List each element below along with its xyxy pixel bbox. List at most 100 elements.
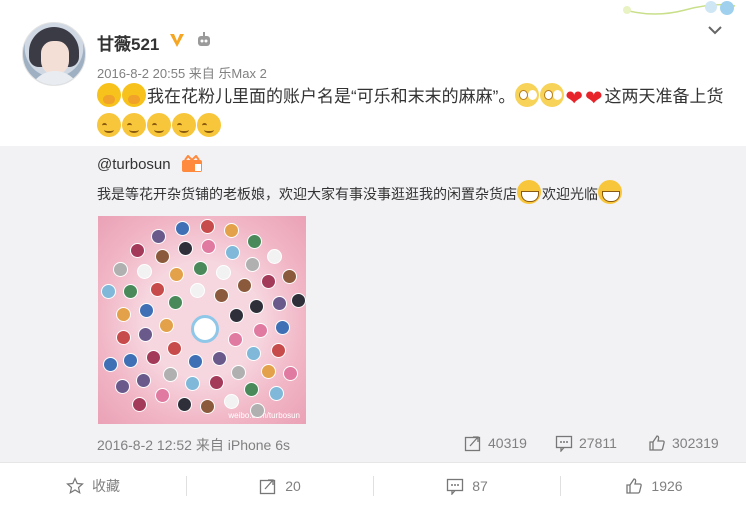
smile-emoji-icon [172,113,196,137]
repost-share-count[interactable]: 40319 [464,434,527,452]
product-thumbnail [268,386,284,402]
product-thumbnail [122,353,138,369]
product-thumbnail [115,306,131,322]
post-meta: 2016-8-2 20:55 来自 乐Max 2 [97,66,267,81]
decorative-vine-icon [623,1,736,15]
smile-emoji-icon [147,113,171,137]
product-thumbnail [123,283,139,299]
repost-text-part-a: 我是等花开杂货铺的老板娘，欢迎大家有事没事逛逛我的闲置杂货店 [97,186,517,202]
product-thumbnail [174,221,190,237]
like-count: 1926 [651,477,683,494]
comment-icon [447,478,464,495]
product-thumbnail [136,373,151,389]
product-thumbnail [236,278,252,294]
repost-share-count-value: 40319 [488,435,527,451]
weibo-post-card: 甘薇521 2016-8-2 20:55 来自 乐Max 2 我在花粉儿里面的账… [0,0,746,508]
product-thumbnail [228,332,244,348]
product-thumbnail [177,240,193,256]
share-icon [260,478,276,494]
product-thumbnail [154,388,170,404]
product-thumbnail [223,393,239,409]
star-icon [66,476,84,494]
product-thumbnail [224,244,240,260]
robot-badge-icon[interactable] [195,31,213,49]
product-thumbnail [155,249,171,265]
product-thumbnail [102,357,118,373]
grin-emoji-icon [517,180,541,204]
action-bar: 收藏 20 87 1926 [0,462,746,508]
chevron-down-icon[interactable] [705,20,725,40]
repost-text-part-b: 欢迎光临 [542,186,598,202]
product-thumbnail [115,379,131,395]
product-thumbnail [252,322,268,338]
comment-button[interactable]: 87 [374,463,560,508]
product-thumbnail [266,249,282,265]
product-thumbnail [176,396,192,412]
product-thumbnail [229,307,245,323]
product-thumbnail [283,365,299,381]
repost-like-count-value: 302319 [672,435,719,451]
product-thumbnail [169,267,185,282]
product-thumbnail [185,376,201,392]
share-icon [464,436,481,452]
product-thumbnail [271,295,287,311]
laughing-hand-emoji-icon [122,83,146,107]
share-button[interactable]: 20 [187,463,373,508]
product-thumbnail [249,298,265,314]
thumbs-up-icon [649,435,665,451]
like-button[interactable]: 1926 [561,463,746,508]
product-thumbnail [189,283,205,299]
avatar[interactable] [22,22,86,86]
repost-like-count[interactable]: 302319 [648,434,719,452]
product-thumbnail [230,364,246,380]
product-thumbnail [246,345,262,361]
product-thumbnail [137,327,153,343]
member-crown-icon[interactable] [181,155,203,173]
product-thumbnail [132,397,148,413]
heart-icon: ❤ [565,87,583,110]
favorite-button[interactable]: 收藏 [0,463,186,508]
product-thumbnail [274,319,290,335]
teary-eyes-emoji-icon [515,83,540,107]
teary-eyes-emoji-icon [540,83,565,107]
product-thumbnail [150,281,166,297]
product-thumbnail [261,274,277,290]
product-thumbnail [150,229,166,245]
vip-badge-icon[interactable] [168,31,186,49]
heart-icon: ❤ [584,87,603,110]
product-thumbnail [166,341,182,357]
post-text-part-a: 我在花粉儿里面的账户名是“可乐和末末的麻麻”。 [147,87,516,106]
repost-image[interactable]: weibo.com/turbosun [98,216,306,424]
product-thumbnail [192,261,208,277]
product-thumbnail [115,330,131,346]
product-thumbnail [136,264,152,280]
repost-comment-count[interactable]: 27811 [555,434,617,452]
product-thumbnail [101,283,117,299]
author-name[interactable]: 甘薇521 [97,30,159,55]
favorite-label: 收藏 [92,477,120,494]
product-thumbnail [224,223,240,239]
smile-emoji-icon [97,113,121,137]
product-thumbnail [281,269,297,285]
repost-author-name[interactable]: @turbosun [97,156,171,173]
share-count: 20 [285,477,301,494]
product-thumbnail [187,354,203,370]
repost-comment-count-value: 27811 [579,435,617,451]
product-thumbnail [291,292,306,308]
product-thumbnail [139,303,155,319]
smile-emoji-icon [197,113,221,137]
product-thumbnail [247,233,263,249]
product-thumbnail [113,261,129,277]
product-thumbnail [209,375,225,391]
product-thumbnail [168,294,184,310]
product-thumbnail [130,242,146,258]
smile-emoji-icon [122,113,146,137]
product-thumbnail [200,398,216,414]
product-thumbnail [159,317,175,333]
repost-text: 我是等花开杂货铺的老板娘，欢迎大家有事没事逛逛我的闲置杂货店 欢迎光临 [97,180,737,206]
product-thumbnail [271,343,287,359]
product-thumbnail [162,367,178,383]
product-thumbnail [216,265,232,281]
post-text: 我在花粉儿里面的账户名是“可乐和末末的麻麻”。 ❤❤ 这两天准备上货 [97,83,727,141]
center-logo-icon [191,315,219,343]
